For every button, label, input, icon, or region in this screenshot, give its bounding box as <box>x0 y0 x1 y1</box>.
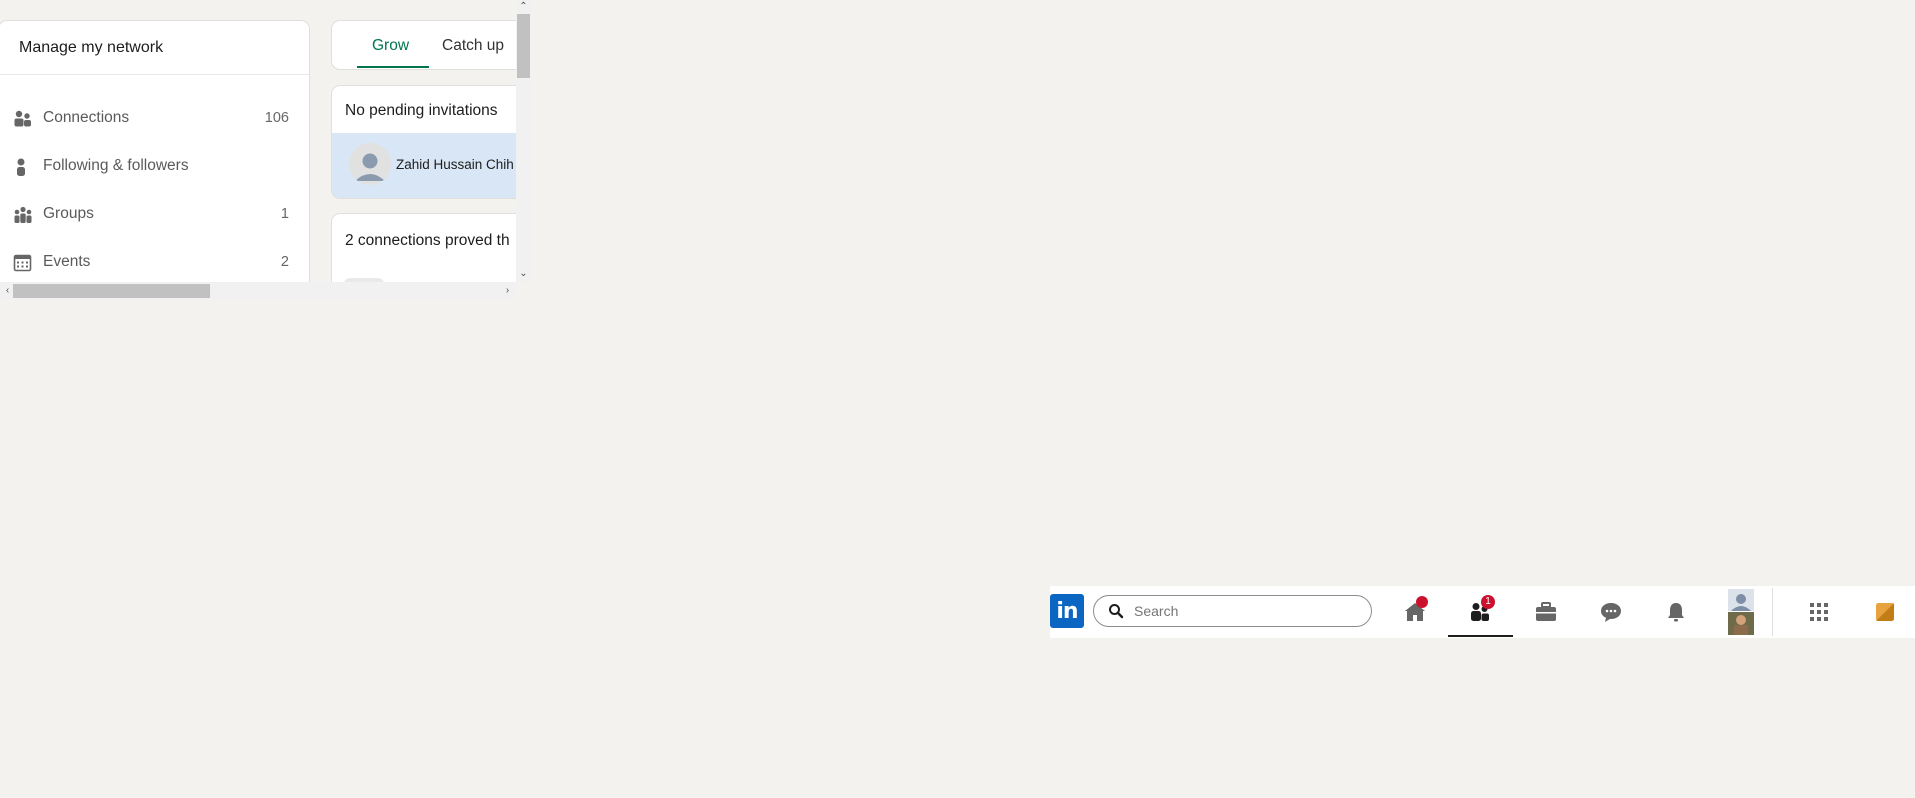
nav-my-network[interactable]: 1 <box>1468 595 1495 624</box>
divider <box>0 74 309 75</box>
active-nav-indicator <box>1448 635 1513 637</box>
sidebar-item-connections[interactable]: Connections 106 <box>0 98 309 138</box>
invitation-person-name[interactable]: Zahid Hussain Chih <box>396 157 514 172</box>
viewport-content: Manage my network Connections 106 Follow… <box>0 0 516 282</box>
sidebar-item-following[interactable]: Following & followers <box>0 146 309 186</box>
me-avatar <box>1728 589 1754 635</box>
vertical-scroll-thumb[interactable] <box>517 14 530 78</box>
nav-jobs[interactable] <box>1534 600 1558 624</box>
sidebar-item-groups[interactable]: Groups 1 <box>0 194 309 234</box>
horizontal-scrollbar[interactable]: ‹ › <box>0 282 516 300</box>
calendar-icon <box>13 254 32 272</box>
jobs-icon <box>1536 602 1556 621</box>
page-viewport: Manage my network Connections 106 Follow… <box>0 0 531 300</box>
nav-for-business[interactable] <box>1807 600 1831 624</box>
connections-proved-title: 2 connections proved th <box>345 232 510 249</box>
nav-divider <box>1772 588 1773 636</box>
notifications-icon <box>1668 603 1684 622</box>
invitations-title: No pending invitations <box>345 102 498 119</box>
avatar[interactable] <box>349 143 391 185</box>
search-input[interactable] <box>1132 602 1356 620</box>
manage-network-card: Manage my network Connections 106 Follow… <box>0 20 310 282</box>
invitation-row[interactable]: Zahid Hussain Chih <box>332 133 516 198</box>
top-navigation: in 1 <box>1050 586 1915 638</box>
sidebar-item-label: Events <box>43 253 91 270</box>
nav-home[interactable] <box>1403 596 1428 624</box>
notification-dot <box>1416 596 1428 608</box>
scroll-right-arrow-icon[interactable]: › <box>500 285 515 297</box>
groups-icon <box>14 206 32 223</box>
messaging-icon <box>1601 603 1621 622</box>
tabs-card: Grow Catch up <box>331 20 516 70</box>
nav-me[interactable] <box>1728 589 1754 635</box>
sidebar-item-count: 106 <box>264 110 289 126</box>
invitations-card: No pending invitations Zahid Hussain Chi… <box>331 85 516 199</box>
tab-grow[interactable]: Grow <box>372 37 409 55</box>
sidebar-item-label: Following & followers <box>43 157 189 174</box>
manage-network-title: Manage my network <box>19 39 164 56</box>
horizontal-scroll-thumb[interactable] <box>13 284 210 298</box>
nav-notifications[interactable] <box>1664 600 1688 624</box>
search-icon <box>1109 604 1124 619</box>
connections-proved-card: 2 connections proved th <box>331 213 516 282</box>
nav-messaging[interactable] <box>1599 600 1623 624</box>
default-avatar-icon <box>349 143 391 185</box>
scroll-down-arrow-icon[interactable]: ⌄ <box>516 268 531 280</box>
person-icon <box>17 158 25 176</box>
search-box[interactable] <box>1093 595 1372 627</box>
active-tab-indicator <box>357 66 429 68</box>
sidebar-item-count: 1 <box>280 206 289 222</box>
sidebar-item-count: 2 <box>280 254 289 270</box>
scroll-up-arrow-icon[interactable]: ⌃ <box>516 1 531 13</box>
sidebar-item-label: Groups <box>43 205 94 222</box>
nav-premium[interactable] <box>1873 600 1897 624</box>
vertical-scrollbar[interactable]: ⌃ ⌄ <box>516 0 531 282</box>
sidebar-item-events[interactable]: Events 2 <box>0 242 309 282</box>
premium-icon <box>1876 603 1894 621</box>
sidebar-item-label: Connections <box>43 109 130 126</box>
work-grid-icon <box>1810 603 1828 621</box>
tab-catch-up[interactable]: Catch up <box>442 37 504 55</box>
people-icon <box>14 110 31 127</box>
network-badge: 1 <box>1481 595 1495 609</box>
linkedin-logo[interactable]: in <box>1050 594 1084 628</box>
